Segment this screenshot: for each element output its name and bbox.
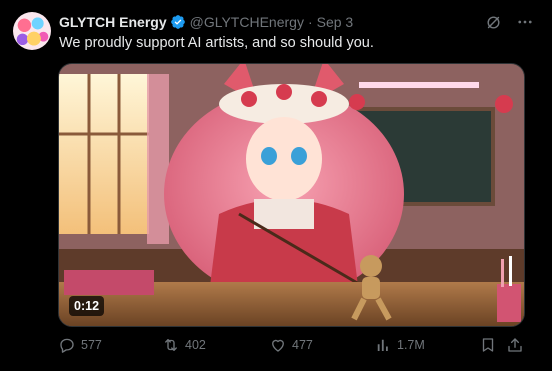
share-icon xyxy=(508,338,522,352)
action-bar: 577 402 477 1.7M xyxy=(58,335,528,355)
like-icon xyxy=(272,339,284,352)
video-player[interactable]: 0:12 xyxy=(58,63,525,327)
like-button[interactable]: 477 xyxy=(269,335,313,355)
reply-icon xyxy=(60,338,74,353)
more-icon[interactable] xyxy=(516,13,534,31)
tweet-text: We proudly support AI artists, and so sh… xyxy=(59,35,374,51)
header-actions xyxy=(484,13,534,31)
reply-count: 577 xyxy=(81,338,102,352)
tweet-header: GLYTCH Energy @GLYTCHEnergy · Sep 3 xyxy=(59,13,353,31)
handle[interactable]: @GLYTCHEnergy xyxy=(190,14,304,30)
display-name[interactable]: GLYTCH Energy xyxy=(59,14,167,30)
views-icon xyxy=(377,339,388,351)
tweet-date[interactable]: Sep 3 xyxy=(317,14,354,30)
share-button[interactable] xyxy=(506,335,524,355)
view-count: 1.7M xyxy=(397,338,425,352)
verified-badge-icon[interactable] xyxy=(170,14,186,30)
reply-button[interactable]: 577 xyxy=(58,335,102,355)
bookmark-icon xyxy=(482,338,494,352)
bookmark-button[interactable] xyxy=(479,335,497,355)
video-thumbnail xyxy=(59,64,524,326)
like-count: 477 xyxy=(292,338,313,352)
repost-icon xyxy=(165,339,177,351)
video-duration: 0:12 xyxy=(69,296,105,316)
separator: · xyxy=(307,14,313,30)
repost-count: 402 xyxy=(185,338,206,352)
views-button[interactable]: 1.7M xyxy=(374,335,425,355)
grok-icon[interactable] xyxy=(484,13,502,31)
repost-button[interactable]: 402 xyxy=(162,335,206,355)
avatar[interactable] xyxy=(13,12,51,50)
tweet-card[interactable]: GLYTCH Energy @GLYTCHEnergy · Sep 3 We p… xyxy=(0,0,552,371)
